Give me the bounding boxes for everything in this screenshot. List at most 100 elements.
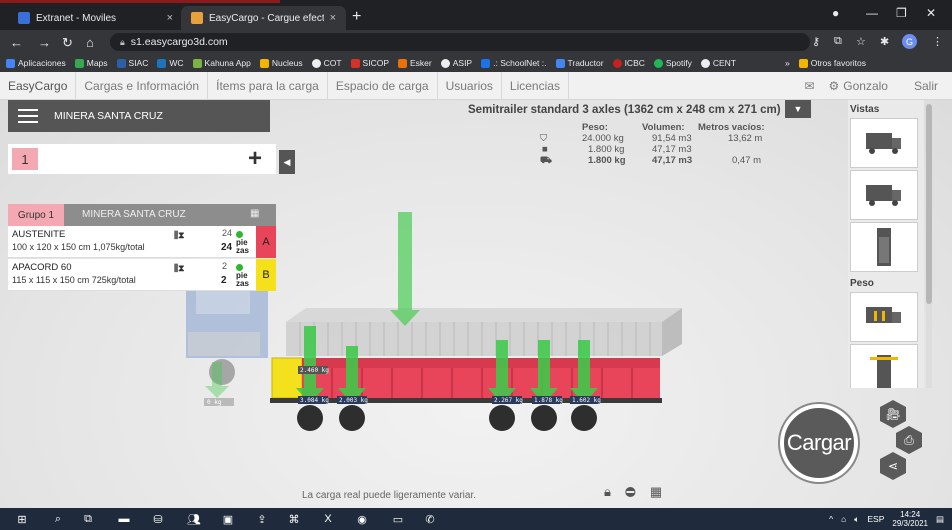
bookmark-maps[interactable]: Maps — [74, 58, 108, 68]
no-stack-icon[interactable]: ⛔︎ — [625, 484, 636, 500]
close-window-button[interactable]: ✕ — [926, 6, 936, 20]
chrome-icon[interactable]: ◉ — [354, 511, 370, 527]
volume-icon[interactable]: 🔈︎ — [854, 514, 859, 525]
menu-easycargo[interactable]: EasyCargo — [0, 72, 77, 100]
item-quantity: 2 — [221, 275, 227, 286]
bookmark-siac[interactable]: SIAC — [116, 58, 148, 68]
item-tag[interactable]: B — [256, 259, 276, 291]
app-icon-drive[interactable]: ⌘ — [286, 511, 302, 527]
extensions-icon[interactable]: ✱ — [880, 35, 889, 48]
side-panel-scroll-thumb[interactable] — [926, 104, 932, 304]
bookmark-wc[interactable]: WC — [157, 58, 184, 68]
key-icon[interactable]: ⚷ — [812, 35, 820, 48]
mail-icon[interactable]: ✉ — [804, 79, 814, 93]
app-icon-upload[interactable]: ⇪ — [254, 511, 270, 527]
cargo-item-apacord[interactable]: APACORD 60 115 x 115 x 150 cm 725kg/tota… — [8, 259, 276, 291]
minimize-button[interactable]: — — [866, 6, 878, 20]
menu-licencias[interactable]: Licencias — [502, 72, 569, 100]
weight-top-button[interactable] — [850, 344, 918, 388]
browser-tab-easycargo[interactable]: EasyCargo - Cargue efectivamente × — [181, 6, 346, 30]
app-icon-keyboard[interactable]: ▬ — [116, 511, 132, 527]
reload-icon[interactable]: ↻ — [62, 35, 73, 51]
cargo-item-austenite[interactable]: AUSTENITE 100 x 120 x 150 cm 1,075kg/tot… — [8, 226, 276, 258]
excel-icon[interactable]: X — [320, 511, 336, 527]
axle-label-6: 1.602 kg — [572, 397, 601, 404]
start-icon[interactable]: ⊞ — [14, 511, 30, 527]
notifications-icon[interactable]: ▤ — [936, 514, 944, 525]
bookmarks-overflow[interactable]: » — [785, 58, 790, 68]
input-language[interactable]: ESP — [867, 514, 884, 524]
truck-dropdown-button[interactable]: ▼ — [785, 100, 811, 118]
view-side-button[interactable] — [850, 118, 918, 168]
record-icon[interactable]: ● — [832, 6, 839, 20]
file-explorer-icon[interactable]: ▭ — [390, 511, 406, 527]
home-icon[interactable]: ⌂ — [86, 35, 94, 50]
group-number-badge[interactable]: 1 — [12, 148, 38, 170]
menu-espacio[interactable]: Espacio de carga — [328, 72, 438, 100]
profile-avatar[interactable]: G — [902, 34, 917, 49]
item-unit: pie zas — [236, 238, 249, 255]
cargar-button[interactable]: Cargar — [780, 404, 858, 482]
search-icon[interactable]: ⌕ — [50, 511, 66, 527]
boxes-icon[interactable]: ▦ — [250, 208, 259, 219]
bookmark-other-favorites[interactable]: Otros favoritos — [798, 58, 866, 68]
app-icon-people[interactable]: 👥︎ — [186, 511, 202, 527]
bookmark-schoolnet[interactable]: .: SchoolNet :. — [481, 58, 547, 68]
collapse-panel-button[interactable]: ◀ — [279, 150, 295, 174]
new-tab-button[interactable]: + — [352, 8, 361, 26]
gear-icon[interactable]: ⚙ — [829, 79, 840, 93]
translate-icon[interactable]: ⧉ — [834, 35, 842, 48]
tab-close-icon[interactable]: × — [167, 12, 173, 24]
axle-label-4: 2.267 kg — [494, 397, 523, 404]
bookmark-icbc[interactable]: ICBC — [612, 58, 645, 68]
share-icon[interactable]: ⋖ — [880, 452, 906, 480]
weight-side-button[interactable] — [850, 292, 918, 342]
grid-view-icon[interactable]: ▦ — [650, 484, 662, 500]
menu-cargas[interactable]: Cargas e Información — [76, 72, 209, 100]
bookmark-spotify[interactable]: Spotify — [653, 58, 692, 68]
app-icon-whatsapp[interactable]: ✆ — [422, 511, 438, 527]
camera-icon[interactable]: 🎥︎ — [880, 400, 906, 428]
truck-top-icon — [877, 228, 891, 266]
bookmark-sicop[interactable]: SICOP — [350, 58, 389, 68]
bookmark-asip[interactable]: ASIP — [440, 58, 472, 68]
group-row[interactable]: Grupo 1 MINERA SANTA CRUZ ▦ — [8, 204, 276, 226]
tab-title: EasyCargo - Cargue efectivamente — [209, 12, 324, 24]
address-bar[interactable]: 🔒︎ s1.easycargo3d.com — [110, 33, 810, 51]
task-view-icon[interactable]: ⧉ — [80, 511, 96, 527]
cargo-icon: ■ — [542, 144, 548, 155]
forward-arrow-icon[interactable]: → — [38, 35, 51, 50]
item-quantity: 24 — [221, 242, 233, 253]
bookmark-cent[interactable]: CENT — [700, 58, 736, 68]
menu-usuarios[interactable]: Usuarios — [438, 72, 502, 100]
user-name[interactable]: Gonzalo — [843, 79, 888, 93]
browser-tab-extranet[interactable]: Extranet - Moviles × — [8, 6, 183, 30]
item-tag[interactable]: A — [256, 226, 276, 258]
clock[interactable]: 14:24 29/3/2021 — [892, 510, 928, 528]
bookmark-esker[interactable]: Esker — [398, 58, 432, 68]
menu-items[interactable]: Ítems para la carga — [208, 72, 328, 100]
logout-button[interactable]: Salir — [914, 79, 938, 93]
tab-close-icon[interactable]: × — [330, 12, 336, 24]
bookmark-cot[interactable]: COT — [311, 58, 342, 68]
lock-weight-icon[interactable]: 🔒︎ — [604, 484, 611, 500]
view-side-button-2[interactable] — [850, 170, 918, 220]
back-arrow-icon[interactable]: ← — [10, 35, 23, 50]
view-top-button[interactable] — [850, 222, 918, 272]
bookmark-kahuna[interactable]: Kahuna App — [192, 58, 251, 68]
more-menu-icon[interactable]: ⋮ — [932, 35, 943, 48]
bookmark-apps[interactable]: Aplicaciones — [6, 58, 66, 68]
network-icon[interactable]: ⌂ — [841, 514, 846, 524]
tray-chevron-icon[interactable]: ^ — [829, 514, 833, 524]
app-icon-network[interactable]: ⛁ — [150, 511, 166, 527]
hamburger-menu-icon[interactable] — [18, 105, 38, 127]
group-label: Grupo 1 — [8, 204, 64, 226]
add-group-button[interactable]: + — [248, 145, 262, 173]
clock-time: 14:24 — [900, 510, 921, 519]
star-icon[interactable]: ☆ — [856, 35, 866, 48]
app-icon-store[interactable]: ▣ — [220, 511, 236, 527]
maximize-button[interactable]: ❐ — [896, 6, 907, 20]
bookmark-nucleus[interactable]: Nucleus — [259, 58, 303, 68]
print-icon[interactable]: ⎙ — [896, 426, 922, 454]
bookmark-traductor[interactable]: Traductor — [555, 58, 604, 68]
